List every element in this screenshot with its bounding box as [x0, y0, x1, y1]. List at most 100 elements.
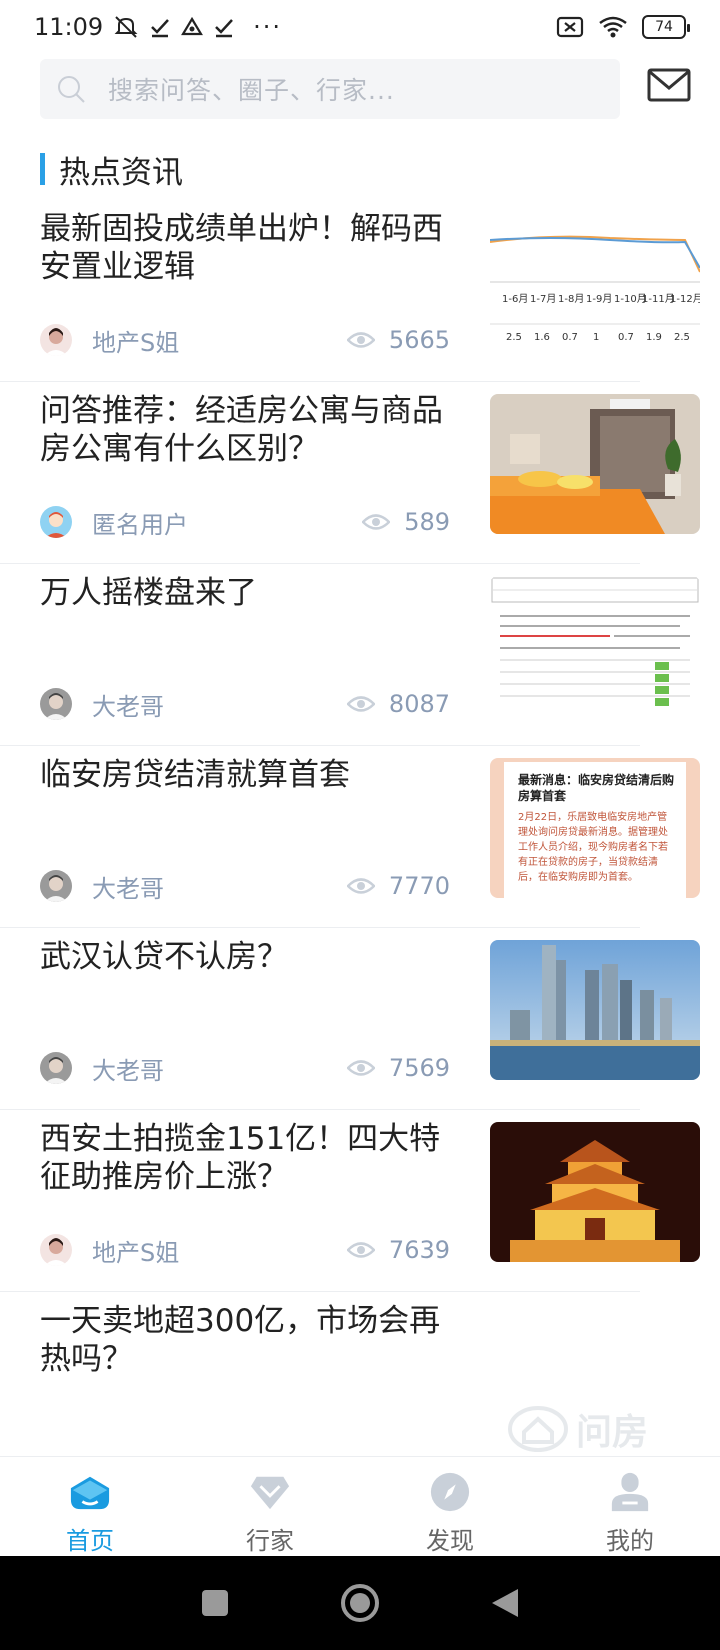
view-count: 7569	[388, 1054, 450, 1082]
watermark-text: 问房	[576, 1412, 649, 1453]
view-count: 7770	[388, 872, 450, 900]
avatar	[40, 688, 72, 720]
author-name: 匿名用户	[92, 510, 188, 539]
nav-item-discover[interactable]: 发现	[360, 1457, 540, 1556]
chart-value-label: 2.5	[674, 332, 690, 343]
avatar	[40, 1052, 72, 1084]
chart-value-label: 1	[593, 332, 599, 343]
eye-icon	[346, 1060, 375, 1076]
news-card[interactable]: 最新固投成绩单出炉！解码西安置业逻辑 地产S姐 5665 1-6月 1-7月 1…	[40, 200, 700, 380]
view-count-group: 7770	[346, 872, 450, 900]
eye-icon	[362, 514, 391, 530]
chart-tick-label: 1-9月	[586, 293, 612, 305]
news-card[interactable]: 西安土拍揽金151亿！四大特征助推房价上涨？ 地产S姐 7639	[40, 1110, 700, 1290]
wifi-icon	[599, 16, 627, 38]
news-title: 万人摇楼盘来了	[40, 575, 257, 611]
drive-icon	[181, 16, 204, 36]
avatar	[40, 870, 72, 902]
mail-icon[interactable]	[647, 67, 691, 103]
status-time: 11:09	[34, 13, 104, 41]
news-thumbnail	[490, 1122, 700, 1262]
search-placeholder: 搜索问答、圈子、行家...	[108, 76, 395, 105]
news-meta: 地产S姐 5665	[40, 322, 450, 358]
nav-item-profile[interactable]: 我的	[540, 1457, 720, 1556]
view-count-group: 5665	[346, 326, 450, 354]
watermark: 问房	[508, 1404, 688, 1454]
bottom-nav: 首页 行家 发现 我的	[0, 1456, 720, 1556]
news-card[interactable]: 万人摇楼盘来了 大老哥 8087	[40, 564, 700, 744]
author-name: 地产S姐	[92, 1238, 180, 1267]
view-count-group: 8087	[346, 690, 450, 718]
chart-tick-label: 1-12月	[670, 293, 700, 305]
news-thumbnail	[490, 394, 700, 534]
diamond-icon	[250, 1476, 290, 1510]
nav-label-experts: 行家	[246, 1527, 294, 1555]
compass-icon	[430, 1472, 470, 1512]
author-name: 大老哥	[92, 1056, 164, 1085]
news-meta: 大老哥 7569	[40, 1050, 450, 1086]
news-title: 问答推荐：经适房公寓与商品房公寓有什么区别？	[40, 393, 443, 467]
news-card[interactable]: 武汉认贷不认房？ 大老哥 7569	[40, 928, 700, 1108]
avatar	[40, 324, 72, 356]
system-nav-bar	[0, 1556, 720, 1650]
chart-tick-label: 1-7月	[530, 293, 556, 305]
view-count: 5665	[388, 326, 450, 354]
eye-icon	[346, 696, 375, 712]
check-icon	[151, 19, 170, 38]
eye-icon	[346, 1242, 375, 1258]
news-meta: 大老哥 8087	[40, 686, 450, 722]
view-count: 7639	[388, 1236, 450, 1264]
thumb-body: 2月22日，乐居致电临安房地产管理处询问房贷最新消息。据管理处工作人员介绍，现今…	[518, 812, 668, 883]
home-icon	[70, 1476, 110, 1510]
more-status-icon: ···	[253, 13, 283, 41]
view-count-group: 7639	[346, 1236, 450, 1264]
author-name: 大老哥	[92, 874, 164, 903]
chart-value-label: 1.6	[534, 332, 550, 343]
eye-icon	[346, 332, 375, 348]
news-card[interactable]: 问答推荐：经适房公寓与商品房公寓有什么区别？ 匿名用户 589	[40, 382, 700, 562]
chart-value-label: 0.7	[562, 332, 578, 343]
view-count-group: 589	[362, 508, 450, 536]
nav-label-home: 首页	[66, 1527, 114, 1555]
news-meta: 大老哥 7770	[40, 868, 450, 904]
view-count: 589	[404, 508, 450, 536]
mute-icon	[114, 16, 138, 38]
view-count: 8087	[388, 690, 450, 718]
chart-value-label: 0.7	[618, 332, 634, 343]
avatar	[40, 1234, 72, 1266]
home-circle-icon[interactable]	[340, 1583, 380, 1623]
news-title: 最新固投成绩单出炉！解码西安置业逻辑	[40, 211, 443, 285]
eye-icon	[346, 878, 375, 894]
author-name: 大老哥	[92, 692, 164, 721]
watermark-logo-icon	[508, 1406, 568, 1452]
news-title: 西安土拍揽金151亿！四大特征助推房价上涨？	[40, 1121, 441, 1195]
nav-label-discover: 发现	[426, 1527, 474, 1555]
chart-tick-label: 1-6月	[502, 293, 528, 305]
chart-value-label: 1.9	[646, 332, 662, 343]
no-sim-icon	[556, 16, 584, 38]
news-meta: 匿名用户 589	[40, 504, 450, 540]
news-title: 临安房贷结清就算首套	[40, 757, 350, 793]
thumb-headline: 最新消息：临安房贷结清后购房算首套	[518, 773, 675, 803]
news-thumbnail	[490, 940, 700, 1080]
chart-value-label: 2.5	[506, 332, 522, 343]
battery-icon: 74	[642, 15, 690, 39]
author-name: 地产S姐	[92, 328, 180, 357]
recents-icon[interactable]	[200, 1588, 230, 1618]
news-thumbnail: 最新消息：临安房贷结清后购房算首套 2月22日，乐居致电临安房地产管理处询问房贷…	[490, 758, 700, 898]
search-icon	[58, 76, 85, 103]
news-title: 一天卖地超300亿，市场会再热吗？	[40, 1303, 441, 1377]
search-row: 搜索问答、圈子、行家...	[40, 59, 720, 119]
section-accent-bar	[40, 153, 45, 185]
nav-item-experts[interactable]: 行家	[180, 1457, 360, 1556]
back-icon[interactable]	[490, 1587, 520, 1619]
news-thumbnail	[490, 576, 700, 716]
chart-tick-label: 1-8月	[558, 293, 584, 305]
check-icon	[215, 19, 234, 38]
nav-label-profile: 我的	[606, 1527, 654, 1555]
nav-item-home[interactable]: 首页	[0, 1457, 180, 1556]
news-card[interactable]: 临安房贷结清就算首套 大老哥 7770 最新消息：临安房贷结清后购房算首套 2月…	[40, 746, 700, 926]
search-input[interactable]: 搜索问答、圈子、行家...	[40, 59, 620, 119]
user-icon	[611, 1472, 649, 1512]
news-thumbnail: 1-6月 1-7月 1-8月 1-9月 1-10月 1-11月 1-12月 2.…	[490, 212, 700, 352]
